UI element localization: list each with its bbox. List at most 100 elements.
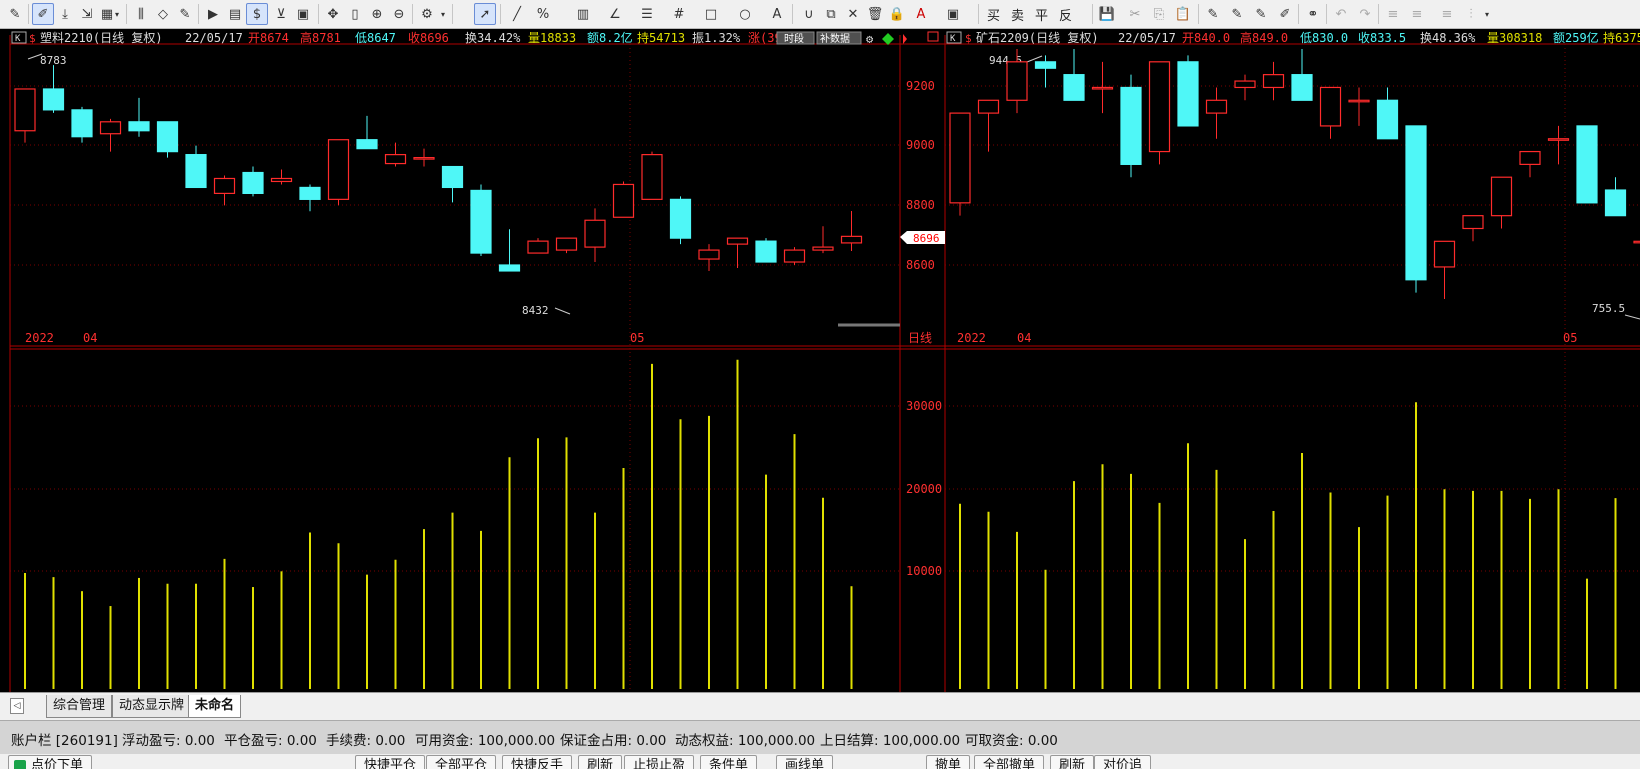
toolbar-divider xyxy=(978,4,979,24)
close-icon[interactable]: ✕ xyxy=(842,3,864,25)
chart1-low: 低8647 xyxy=(355,31,396,45)
cancel-order-button[interactable]: 撤单 xyxy=(926,755,971,769)
candle-body xyxy=(1547,138,1570,141)
chevron-down-icon[interactable]: ▾ xyxy=(112,3,122,25)
sell-button[interactable]: 卖 xyxy=(1008,3,1027,25)
pen-blue-icon[interactable]: ✎ xyxy=(1226,3,1248,25)
copy-icon[interactable]: ⎘ xyxy=(1148,3,1170,25)
align-center-icon[interactable]: ≡ xyxy=(1436,3,1458,25)
chase-price-button[interactable]: 对价追 xyxy=(1094,755,1152,769)
line-tool-icon[interactable]: ╱ xyxy=(506,3,528,25)
draw-pen-icon[interactable]: ✐ xyxy=(32,3,54,25)
chevron-down-icon[interactable]: ▾ xyxy=(1482,3,1492,25)
toolbar-divider xyxy=(1378,4,1379,24)
candle-body xyxy=(783,249,806,263)
dollar-icon[interactable]: $ xyxy=(246,3,268,25)
candle-body xyxy=(726,237,749,245)
candle-body xyxy=(1576,125,1598,204)
redo-icon[interactable]: ↷ xyxy=(1354,3,1376,25)
text-tool-icon[interactable]: A xyxy=(766,3,788,25)
play-arrow-icon[interactable] xyxy=(903,34,907,44)
percent-icon[interactable]: % xyxy=(532,3,554,25)
ruler-icon[interactable]: ✎ xyxy=(4,3,26,25)
bars-tool-icon[interactable]: ☰ xyxy=(636,3,658,25)
refresh-orders-button[interactable]: 刷新 xyxy=(1050,755,1095,769)
close-position-button[interactable]: 平 xyxy=(1032,3,1051,25)
paste-icon[interactable]: 📋 xyxy=(1172,3,1194,25)
cut-icon[interactable]: ✂ xyxy=(1124,3,1146,25)
chevron-down-icon[interactable]: ▾ xyxy=(438,3,448,25)
reverse-button[interactable]: 反 xyxy=(1056,3,1075,25)
filter-icon[interactable]: ⊻ xyxy=(270,3,292,25)
lock-icon[interactable]: 🔒 xyxy=(886,3,908,25)
point-order-button[interactable]: 点价下单 xyxy=(8,755,93,769)
chart-area[interactable]: K $ 塑料2210(日线 复权) 22/05/17 开8674 高8781 低… xyxy=(0,29,1640,692)
play-icon[interactable]: ▶ xyxy=(202,3,224,25)
k-badge-label: K xyxy=(15,34,21,44)
buy-button[interactable]: 买 xyxy=(984,3,1003,25)
candle-body xyxy=(1633,240,1640,244)
delete-icon[interactable]: 🗑 xyxy=(864,3,886,25)
price-gridlines xyxy=(10,44,1640,692)
rect-tool-icon[interactable]: □ xyxy=(700,3,722,25)
candlestick-icon[interactable]: ⫼ xyxy=(130,3,152,25)
settings-gear-icon[interactable]: ⚙ xyxy=(866,32,874,46)
save-style-icon[interactable]: ▣ xyxy=(942,3,964,25)
quick-close-button[interactable]: 快捷平仓 xyxy=(355,755,426,769)
export-icon[interactable]: ⇲ xyxy=(76,3,98,25)
stop-loss-button[interactable]: 止损止盈 xyxy=(624,755,695,769)
pen-red-icon[interactable]: ✎ xyxy=(1202,3,1224,25)
close-all-button[interactable]: 全部平仓 xyxy=(426,755,497,769)
brush-icon[interactable]: ✐ xyxy=(1274,3,1296,25)
angle-tool-icon[interactable]: ∠ xyxy=(604,3,626,25)
download-icon[interactable]: ⤓ xyxy=(54,3,76,25)
chart1-open: 开8674 xyxy=(248,31,289,45)
candle-body xyxy=(1148,61,1171,153)
calendar-icon[interactable]: ▣ xyxy=(292,3,314,25)
edit-icon[interactable]: ✎ xyxy=(174,3,196,25)
note-icon[interactable]: ▤ xyxy=(224,3,246,25)
date-label: 04 xyxy=(1017,331,1031,345)
tab-untitled[interactable]: 未命名 xyxy=(188,695,242,718)
font-color-icon[interactable]: A xyxy=(910,3,932,25)
gear-icon[interactable]: ⚙ xyxy=(416,3,438,25)
magnet-icon[interactable]: ∪ xyxy=(798,3,820,25)
candle-body xyxy=(270,177,293,183)
quick-reverse-button[interactable]: 快捷反手 xyxy=(502,755,573,769)
copy-icon[interactable]: ⧉ xyxy=(820,3,842,25)
grid-tool-icon[interactable]: # xyxy=(668,3,690,25)
align-left-icon[interactable]: ≡ xyxy=(1382,3,1404,25)
window-restore-icon[interactable] xyxy=(927,31,939,42)
undo-icon[interactable]: ↶ xyxy=(1330,3,1352,25)
tab-general-management[interactable]: 综合管理 xyxy=(46,695,113,718)
line-order-button[interactable]: 画线单 xyxy=(776,755,834,769)
refresh-button[interactable]: 刷新 xyxy=(578,755,623,769)
phone-icon[interactable]: ▯ xyxy=(344,3,366,25)
align-right-icon[interactable]: ≡ xyxy=(1406,3,1428,25)
ellipse-tool-icon[interactable]: ○ xyxy=(734,3,756,25)
binoculars-icon[interactable]: ⚭ xyxy=(1302,3,1324,25)
toolbar-divider xyxy=(126,4,127,24)
cursor-icon[interactable]: ➚ xyxy=(474,3,496,25)
candle-body xyxy=(1519,150,1541,165)
tab-scroll-left-icon[interactable]: ◁ xyxy=(10,698,24,714)
candle-body xyxy=(840,235,863,244)
toolbar-divider xyxy=(198,4,199,24)
period-button-label: 时段 xyxy=(784,32,804,45)
withdrawable-funds: 可取资金: 0.00 xyxy=(965,733,1058,749)
save-icon[interactable]: 💾 xyxy=(1096,3,1118,25)
move-icon[interactable]: ✥ xyxy=(322,3,344,25)
chart1-header-symbol: 塑料2210(日线 复权) xyxy=(40,30,163,45)
toolbar-divider xyxy=(318,4,319,24)
zoom-in-icon[interactable]: ⊕ xyxy=(366,3,388,25)
cancel-all-button[interactable]: 全部撤单 xyxy=(974,755,1045,769)
candle-body xyxy=(1348,99,1370,103)
pen-clear-icon[interactable]: ✎ xyxy=(1250,3,1272,25)
stack-icon[interactable]: ⫶ xyxy=(1460,3,1482,25)
diamond-icon[interactable]: ◇ xyxy=(152,3,174,25)
zoom-out-icon[interactable]: ⊖ xyxy=(388,3,410,25)
volume-tick: 30000 xyxy=(906,399,942,413)
conditional-order-button[interactable]: 条件单 xyxy=(700,755,758,769)
ruler-tool-icon[interactable]: ▥ xyxy=(572,3,594,25)
tab-dynamic-display[interactable]: 动态显示牌 xyxy=(112,695,192,718)
